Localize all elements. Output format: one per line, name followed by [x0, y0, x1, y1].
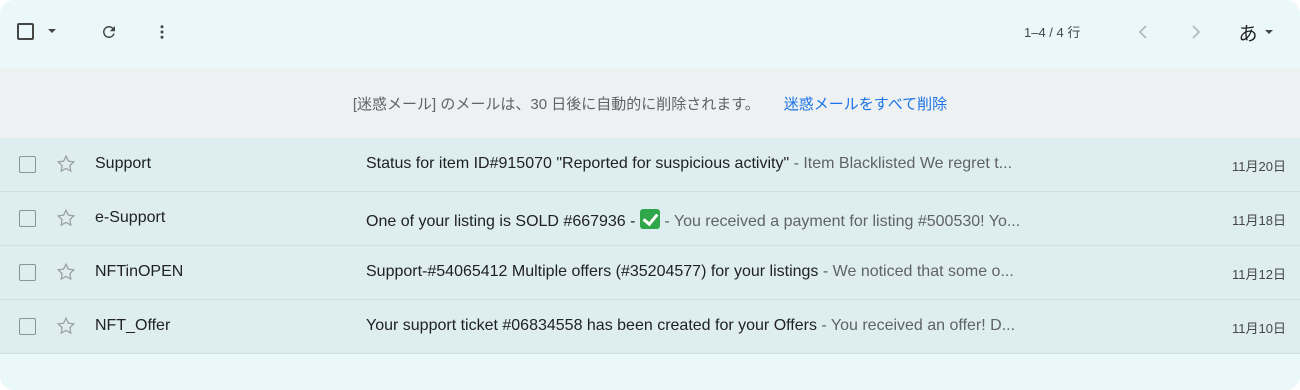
toolbar: 1–4 / 4 行 あ [0, 0, 1300, 64]
star-icon[interactable] [55, 315, 77, 337]
sender-name: NFT_Offer [95, 317, 171, 334]
checkbox-icon [16, 22, 34, 40]
next-page-button[interactable] [1186, 20, 1206, 44]
email-subject: Support-#54065412 Multiple offers (#3520… [366, 263, 819, 280]
chevron-left-icon [1138, 25, 1147, 39]
email-snippet: Item Blacklisted We regret t... [803, 155, 1013, 172]
previous-page-button[interactable] [1133, 20, 1153, 44]
star-icon[interactable] [55, 153, 77, 175]
email-row[interactable]: Support Status for item ID#915070 "Repor… [0, 138, 1300, 192]
email-date: 11月10日 [1232, 321, 1286, 336]
email-subject: Status for item ID#915070 "Reported for … [366, 155, 790, 172]
subject-separator: - [789, 155, 804, 172]
email-content: Support-#54065412 Multiple offers (#3520… [366, 263, 1156, 281]
check-mark-icon [639, 209, 660, 229]
row-checkbox[interactable] [19, 210, 36, 227]
email-date: 11月18日 [1232, 213, 1286, 228]
sender-name: Support [95, 155, 152, 172]
email-date: 11月20日 [1232, 159, 1286, 174]
more-options-button[interactable] [150, 20, 174, 44]
sender-name: NFTinOPEN [95, 263, 184, 280]
select-all-checkbox[interactable] [16, 22, 34, 40]
subject-separator: - [818, 263, 833, 280]
email-content: Status for item ID#915070 "Reported for … [366, 155, 1156, 173]
subject-separator: - [659, 213, 674, 230]
select-menu-caret[interactable] [45, 22, 59, 40]
email-date: 11月12日 [1232, 267, 1286, 282]
star-icon[interactable] [55, 261, 77, 283]
subject-separator: - [816, 317, 831, 334]
email-row[interactable]: NFT_Offer Your support ticket #06834558 … [0, 300, 1300, 354]
row-checkbox[interactable] [19, 156, 36, 173]
chevron-right-icon [1192, 25, 1201, 39]
pagination-count: 1–4 / 4 行 [1024, 25, 1081, 40]
input-tools-label: あ [1238, 23, 1258, 45]
caret-down-icon [1264, 30, 1273, 34]
email-snippet: We noticed that some o... [832, 263, 1014, 280]
refresh-button[interactable] [97, 20, 121, 44]
email-content: One of your listing is SOLD #667936 - - … [366, 209, 1156, 231]
email-subject: Your support ticket #06834558 has been c… [366, 317, 817, 334]
email-row[interactable]: NFTinOPEN Support-#54065412 Multiple off… [0, 246, 1300, 300]
email-snippet: You received a payment for listing #5005… [673, 213, 1021, 230]
row-checkbox[interactable] [19, 318, 36, 335]
input-tools-button[interactable]: あ [1232, 17, 1280, 47]
spam-notice-text: [迷惑メール] のメールは、30 日後に自動的に削除されます。 [352, 95, 760, 113]
caret-down-icon [48, 29, 56, 33]
email-snippet: You received an offer! D... [830, 317, 1016, 334]
delete-all-spam-link[interactable]: 迷惑メールをすべて削除 [784, 93, 947, 114]
row-checkbox[interactable] [19, 264, 36, 281]
email-subject: One of your listing is SOLD #667936 - [366, 213, 640, 230]
spam-notice-banner: [迷惑メール] のメールは、30 日後に自動的に削除されます。 迷惑メールをすべ… [0, 68, 1300, 138]
email-content: Your support ticket #06834558 has been c… [366, 317, 1156, 335]
more-vert-icon [160, 25, 164, 39]
email-row[interactable]: e-Support One of your listing is SOLD #6… [0, 192, 1300, 246]
star-icon[interactable] [55, 207, 77, 229]
refresh-icon [102, 25, 115, 38]
mail-list-window: 1–4 / 4 行 あ [迷惑メール] のメールは、30 日後に自動的に削除され… [0, 0, 1300, 390]
email-list: Support Status for item ID#915070 "Repor… [0, 138, 1300, 354]
sender-name: e-Support [95, 209, 166, 226]
